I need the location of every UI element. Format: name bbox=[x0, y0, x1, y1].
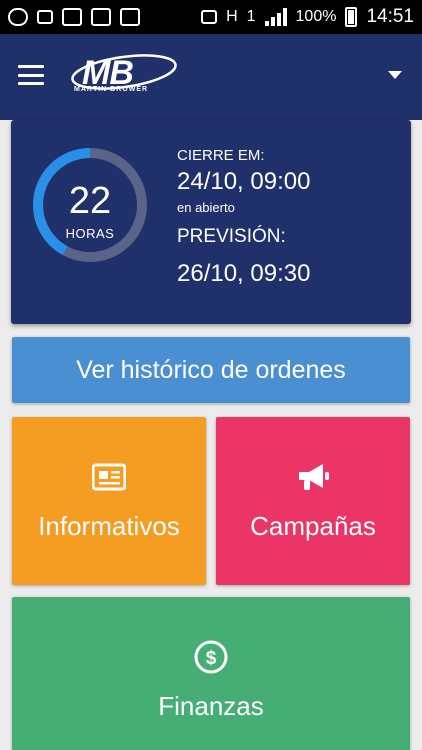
news-app-notification-icon bbox=[120, 8, 140, 26]
martin-brower-logo: MB MARTIN BROWER bbox=[62, 48, 180, 100]
sim-indicator: 1 bbox=[246, 8, 256, 25]
svg-text:$: $ bbox=[206, 648, 217, 669]
dollar-circle-icon: $ bbox=[194, 640, 228, 674]
app-bar: MB MARTIN BROWER bbox=[0, 34, 422, 120]
status-system: H 1 100% 14:51 bbox=[201, 6, 414, 28]
chevron-down-icon[interactable] bbox=[388, 71, 402, 79]
missed-call-icon bbox=[37, 10, 53, 24]
mute-icon bbox=[201, 10, 218, 24]
status-notifications bbox=[8, 8, 140, 26]
newspaper-icon bbox=[92, 463, 126, 491]
hours-remaining-unit: HORAS bbox=[65, 226, 115, 241]
forecast-label: PREVISIÓN: bbox=[177, 226, 286, 247]
order-status: en abierto bbox=[177, 200, 235, 215]
informativos-label: Informativos bbox=[38, 511, 180, 541]
battery-percent: 100% bbox=[295, 8, 337, 25]
card-notification-icon bbox=[91, 8, 111, 26]
campanas-label: Campañas bbox=[250, 511, 376, 541]
close-datetime: 24/10, 09:00 bbox=[177, 168, 311, 195]
campanas-tile[interactable]: Campañas bbox=[216, 417, 410, 585]
battery-icon bbox=[345, 7, 358, 27]
status-bar: H 1 100% 14:51 bbox=[0, 0, 422, 34]
order-history-button[interactable]: Ver histórico de ordenes bbox=[12, 337, 410, 403]
signal-icon bbox=[264, 8, 287, 26]
megaphone-icon bbox=[299, 464, 329, 490]
image-notification-icon bbox=[62, 8, 82, 26]
finanzas-label: Finanzas bbox=[158, 691, 264, 721]
hours-remaining-value: 22 bbox=[68, 180, 112, 222]
clock: 14:51 bbox=[366, 6, 414, 27]
forecast-datetime: 26/10, 09:30 bbox=[177, 260, 311, 287]
menu-icon[interactable] bbox=[18, 65, 44, 85]
finanzas-tile[interactable]: $ Finanzas bbox=[12, 597, 410, 750]
close-label: CIERRE EM: bbox=[177, 147, 265, 164]
network-type: H bbox=[226, 8, 238, 25]
logo-subtitle: MARTIN BROWER bbox=[74, 86, 149, 93]
chat-notification-icon bbox=[8, 8, 28, 26]
informativos-tile[interactable]: Informativos bbox=[12, 417, 206, 585]
order-countdown-card: 22 HORAS CIERRE EM: 24/10, 09:00 en abie… bbox=[11, 120, 411, 324]
